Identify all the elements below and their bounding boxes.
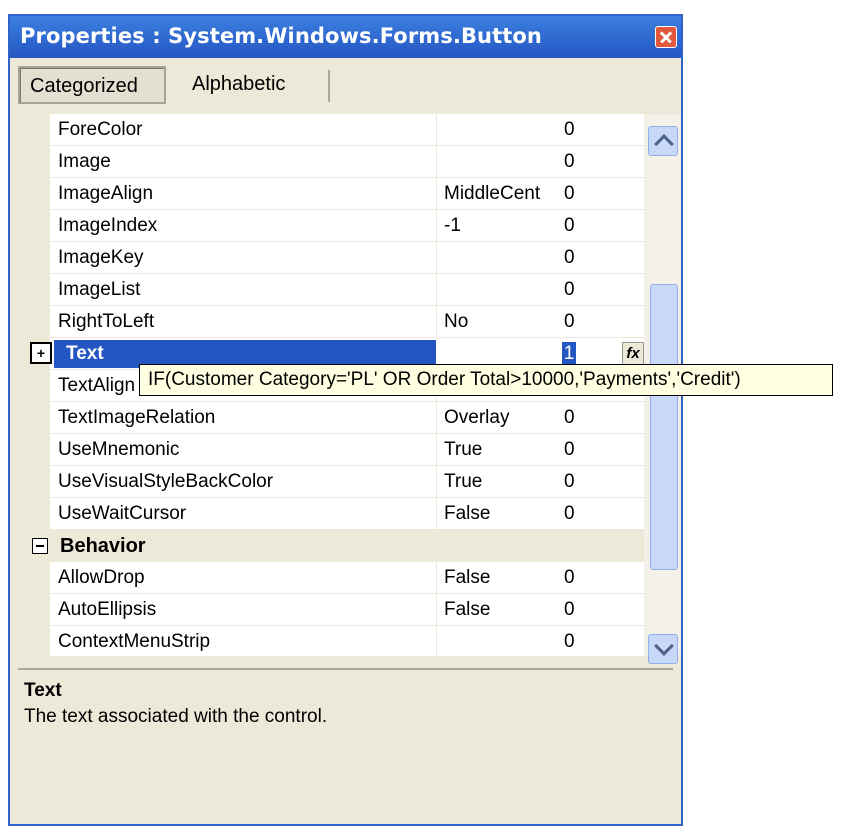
column-divider bbox=[436, 434, 437, 466]
property-name: Image bbox=[58, 151, 111, 172]
property-name: ForeColor bbox=[58, 119, 143, 140]
property-count: 0 bbox=[564, 247, 575, 268]
tab-alphabetic-label: Alphabetic bbox=[192, 73, 286, 95]
properties-toolbar: Categorized Alphabetic bbox=[10, 58, 681, 114]
column-divider bbox=[436, 306, 437, 338]
property-value[interactable] bbox=[444, 242, 558, 274]
property-name: UseVisualStyleBackColor bbox=[58, 471, 274, 492]
property-name: ImageList bbox=[58, 279, 141, 300]
property-value[interactable] bbox=[444, 274, 558, 306]
property-value[interactable]: False bbox=[444, 562, 558, 594]
property-count: 0 bbox=[564, 407, 575, 428]
expand-icon[interactable]: + bbox=[30, 342, 52, 364]
property-row-forecolor[interactable]: ForeColor 0 bbox=[18, 114, 644, 146]
property-count: 0 bbox=[564, 567, 575, 588]
column-divider bbox=[436, 466, 437, 498]
collapse-icon[interactable] bbox=[32, 538, 48, 554]
property-value[interactable] bbox=[444, 146, 558, 178]
column-divider bbox=[436, 146, 437, 178]
function-icon[interactable]: fx bbox=[622, 342, 644, 366]
category-row-behavior[interactable]: Behavior bbox=[18, 530, 644, 562]
column-divider bbox=[436, 402, 437, 434]
properties-window: Properties : System.Windows.Forms.Button… bbox=[8, 14, 683, 826]
column-divider bbox=[436, 498, 437, 530]
property-name: TextImageRelation bbox=[58, 407, 216, 428]
property-count: 0 bbox=[564, 599, 575, 620]
tab-categorized-label: Categorized bbox=[30, 75, 138, 97]
property-count: 1 bbox=[562, 342, 576, 366]
property-value[interactable] bbox=[444, 626, 558, 658]
column-divider bbox=[436, 594, 437, 626]
property-value[interactable]: True bbox=[444, 434, 558, 466]
property-value[interactable]: False bbox=[444, 594, 558, 626]
column-divider bbox=[436, 210, 437, 242]
property-count: 0 bbox=[564, 471, 575, 492]
property-row-image[interactable]: Image 0 bbox=[18, 146, 644, 178]
property-count: 0 bbox=[564, 439, 575, 460]
property-row-contextmenustrip[interactable]: ContextMenuStrip 0 bbox=[18, 626, 644, 658]
property-count: 0 bbox=[564, 631, 575, 652]
scroll-up-button[interactable] bbox=[648, 126, 678, 156]
value-tooltip: IF(Customer Category='PL' OR Order Total… bbox=[139, 364, 833, 396]
column-divider bbox=[436, 242, 437, 274]
property-name: UseMnemonic bbox=[58, 439, 180, 460]
property-name: RightToLeft bbox=[58, 311, 155, 332]
close-icon[interactable] bbox=[655, 26, 677, 48]
property-row-allowdrop[interactable]: AllowDrop False 0 bbox=[18, 562, 644, 594]
column-divider bbox=[436, 626, 437, 658]
property-count: 0 bbox=[564, 119, 575, 140]
column-divider bbox=[436, 274, 437, 306]
property-value[interactable]: No bbox=[444, 306, 558, 338]
scroll-thumb[interactable] bbox=[650, 284, 678, 570]
property-count: 0 bbox=[564, 279, 575, 300]
property-name: ImageIndex bbox=[58, 215, 158, 236]
property-value[interactable]: Overlay bbox=[444, 402, 558, 434]
scroll-down-button[interactable] bbox=[648, 634, 678, 664]
description-pane: Text The text associated with the contro… bbox=[18, 668, 673, 820]
category-label: Behavior bbox=[60, 535, 146, 557]
chevron-up-icon bbox=[654, 134, 674, 154]
chevron-down-icon bbox=[654, 636, 674, 656]
property-row-imagealign[interactable]: ImageAlign MiddleCent 0 bbox=[18, 178, 644, 210]
property-count: 0 bbox=[564, 151, 575, 172]
property-value[interactable]: MiddleCent bbox=[444, 178, 558, 210]
property-count: 0 bbox=[564, 183, 575, 204]
property-count: 0 bbox=[564, 311, 575, 332]
row-divider bbox=[50, 657, 644, 658]
property-row-autoellipsis[interactable]: AutoEllipsis False 0 bbox=[18, 594, 644, 626]
tab-categorized[interactable]: Categorized bbox=[18, 66, 166, 104]
property-name: AllowDrop bbox=[58, 567, 145, 588]
description-text: The text associated with the control. bbox=[24, 706, 328, 727]
column-divider bbox=[436, 178, 437, 210]
property-row-imagekey[interactable]: ImageKey 0 bbox=[18, 242, 644, 274]
column-divider bbox=[436, 562, 437, 594]
property-value[interactable]: -1 bbox=[444, 210, 558, 242]
property-value[interactable]: True bbox=[444, 466, 558, 498]
property-name: ContextMenuStrip bbox=[58, 631, 211, 652]
property-row-usevisualstylebackcolor[interactable]: UseVisualStyleBackColor True 0 bbox=[18, 466, 644, 498]
title-bar[interactable]: Properties : System.Windows.Forms.Button bbox=[10, 16, 681, 58]
property-row-textimagerelation[interactable]: TextImageRelation Overlay 0 bbox=[18, 402, 644, 434]
property-count: 0 bbox=[564, 215, 575, 236]
property-row-imageindex[interactable]: ImageIndex -1 0 bbox=[18, 210, 644, 242]
window-title: Properties : System.Windows.Forms.Button bbox=[20, 24, 542, 48]
toolbar-separator bbox=[328, 70, 330, 102]
property-name: UseWaitCursor bbox=[58, 503, 187, 524]
property-row-usemnemonic[interactable]: UseMnemonic True 0 bbox=[18, 434, 644, 466]
property-name: ImageKey bbox=[58, 247, 144, 268]
description-title: Text bbox=[24, 680, 62, 701]
property-value[interactable]: False bbox=[444, 498, 558, 530]
property-row-imagelist[interactable]: ImageList 0 bbox=[18, 274, 644, 306]
property-name: ImageAlign bbox=[58, 183, 154, 204]
column-divider bbox=[436, 114, 437, 146]
property-count: 0 bbox=[564, 503, 575, 524]
property-name: AutoEllipsis bbox=[58, 599, 157, 620]
property-value[interactable] bbox=[444, 114, 558, 146]
property-row-righttoleft[interactable]: RightToLeft No 0 bbox=[18, 306, 644, 338]
tab-alphabetic[interactable]: Alphabetic bbox=[182, 66, 316, 104]
property-row-usewaitcursor[interactable]: UseWaitCursor False 0 bbox=[18, 498, 644, 530]
